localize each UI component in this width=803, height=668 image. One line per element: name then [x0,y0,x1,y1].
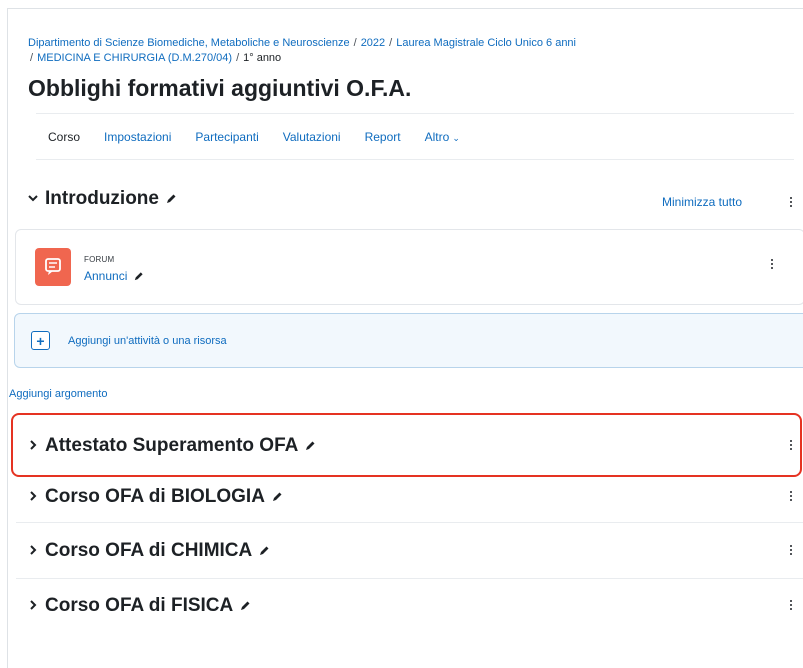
activity-link[interactable]: Annunci [84,269,144,283]
chevron-down-icon: ⌄ [452,132,460,143]
add-activity-label: Aggiungi un'attività o una risorsa [68,334,227,347]
section-title[interactable]: Corso OFA di BIOLOGIA [45,486,265,508]
add-topic-link[interactable]: Aggiungi argomento [9,388,107,400]
section-header-fisica: Corso OFA di FISICA [27,595,251,617]
section-divider [16,578,803,579]
breadcrumb-item-department[interactable]: Dipartimento di Scienze Biomediche, Meta… [28,37,350,49]
breadcrumb: Dipartimento di Scienze Biomediche, Meta… [28,36,788,66]
section-header-attestato: Attestato Superamento OFA [27,435,316,457]
section-header-introduzione: Introduzione [27,188,177,210]
tab-valutazioni[interactable]: Valutazioni [283,130,341,144]
kebab-menu-icon[interactable] [767,256,777,272]
section-divider [16,522,803,523]
activity-type-label: FORUM [84,255,115,264]
tab-altro-label: Altro [424,129,450,144]
tab-altro[interactable]: Altro ⌄ [425,130,460,144]
breadcrumb-separator: / [236,52,240,64]
section-title[interactable]: Corso OFA di FISICA [45,595,233,617]
tab-partecipanti[interactable]: Partecipanti [195,130,258,144]
pencil-icon[interactable] [258,545,270,557]
breadcrumb-item-course[interactable]: MEDICINA E CHIRURGIA (D.M.270/04) [37,52,232,64]
chevron-down-icon[interactable] [27,191,45,207]
breadcrumb-item-degree[interactable]: Laurea Magistrale Ciclo Unico 6 anni [396,37,576,49]
pencil-icon[interactable] [133,271,144,282]
chevron-right-icon[interactable] [27,489,45,505]
activity-name: Annunci [84,269,128,283]
section-title[interactable]: Corso OFA di CHIMICA [45,540,252,562]
breadcrumb-separator: / [389,37,393,49]
page-title: Obblighi formativi aggiuntivi O.F.A. [28,75,412,101]
kebab-menu-icon[interactable] [786,488,796,504]
kebab-menu-icon[interactable] [786,194,796,210]
chevron-right-icon[interactable] [27,543,45,559]
breadcrumb-item-current: 1° anno [243,52,282,64]
pencil-icon[interactable] [165,193,177,205]
add-activity-button[interactable]: + Aggiungi un'attività o una risorsa [14,313,803,368]
section-header-chimica: Corso OFA di CHIMICA [27,540,270,562]
pencil-icon[interactable] [304,440,316,452]
tab-report[interactable]: Report [365,130,401,144]
minimize-all-link[interactable]: Minimizza tutto [662,195,742,209]
chevron-right-icon[interactable] [27,598,45,614]
tab-impostazioni[interactable]: Impostazioni [104,130,171,144]
pencil-icon[interactable] [271,491,283,503]
chevron-right-icon[interactable] [27,438,45,454]
kebab-menu-icon[interactable] [786,542,796,558]
activity-forum: FORUM Annunci [15,229,803,305]
forum-icon [35,248,71,286]
page-header: Dipartimento di Scienze Biomediche, Meta… [28,36,788,103]
section-title[interactable]: Attestato Superamento OFA [45,435,298,457]
pencil-icon[interactable] [239,600,251,612]
course-nav: Corso Impostazioni Partecipanti Valutazi… [36,113,794,160]
kebab-menu-icon[interactable] [786,597,796,613]
breadcrumb-separator: / [353,37,357,49]
section-header-biologia: Corso OFA di BIOLOGIA [27,486,283,508]
breadcrumb-item-year[interactable]: 2022 [361,37,385,49]
section-title[interactable]: Introduzione [45,188,159,210]
tab-corso[interactable]: Corso [48,130,80,144]
breadcrumb-separator: / [30,52,34,64]
kebab-menu-icon[interactable] [786,437,796,453]
plus-icon: + [31,331,50,350]
